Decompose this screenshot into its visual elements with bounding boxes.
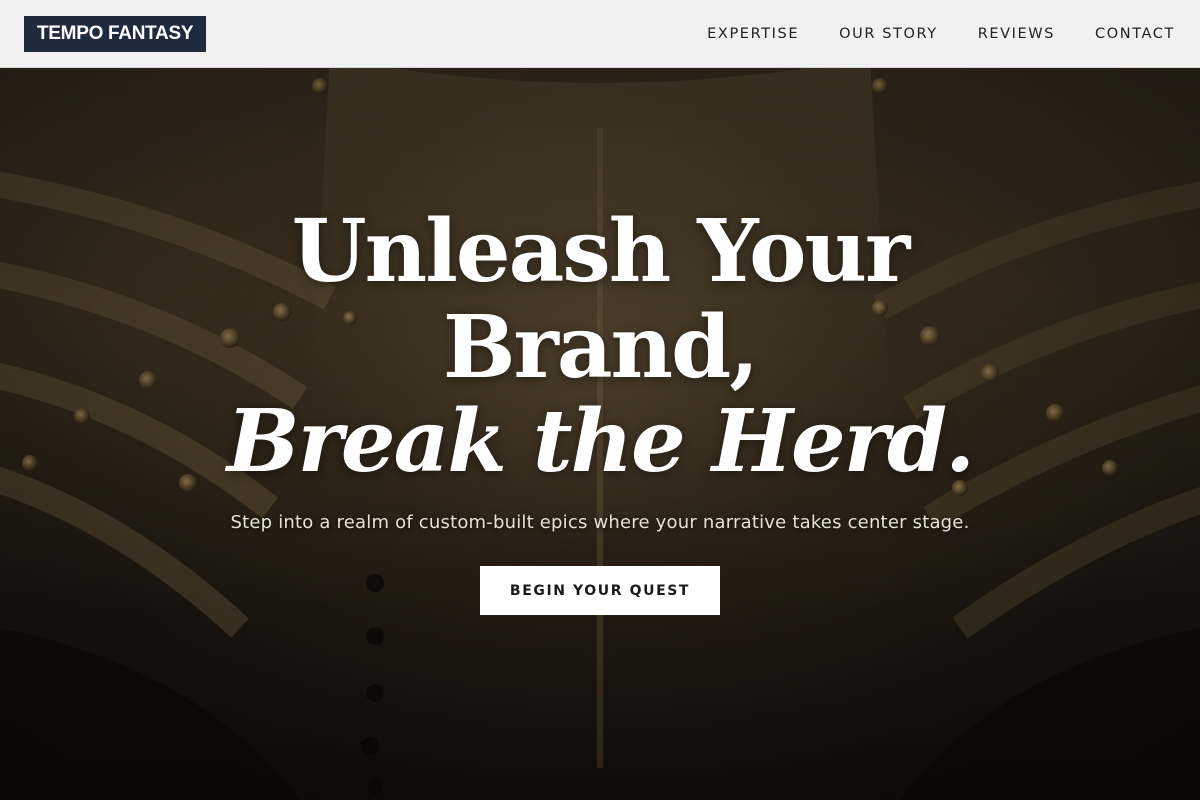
hero-subtitle: Step into a realm of custom-built epics …	[230, 512, 970, 533]
main-nav: EXPERTISE OUR STORY REVIEWS CONTACT	[707, 26, 1175, 42]
hero-content: Unleash Your Brand, Break the Herd. Step…	[0, 68, 1200, 800]
nav-reviews[interactable]: REVIEWS	[978, 26, 1055, 42]
logo[interactable]: TEMPO FANTASY	[24, 15, 207, 52]
begin-your-quest-button[interactable]: BEGIN YOUR QUEST	[480, 566, 720, 615]
nav-our-story[interactable]: OUR STORY	[839, 26, 938, 42]
nav-expertise[interactable]: EXPERTISE	[707, 26, 799, 42]
headline-line-1: Unleash Your	[291, 201, 911, 302]
hero-section: Unleash Your Brand, Break the Herd. Step…	[0, 68, 1200, 800]
headline-line-2: Brand,	[442, 297, 759, 398]
headline-line-3: Break the Herd.	[226, 391, 975, 492]
nav-contact[interactable]: CONTACT	[1095, 26, 1175, 42]
site-header: TEMPO FANTASY EXPERTISE OUR STORY REVIEW…	[0, 0, 1200, 68]
